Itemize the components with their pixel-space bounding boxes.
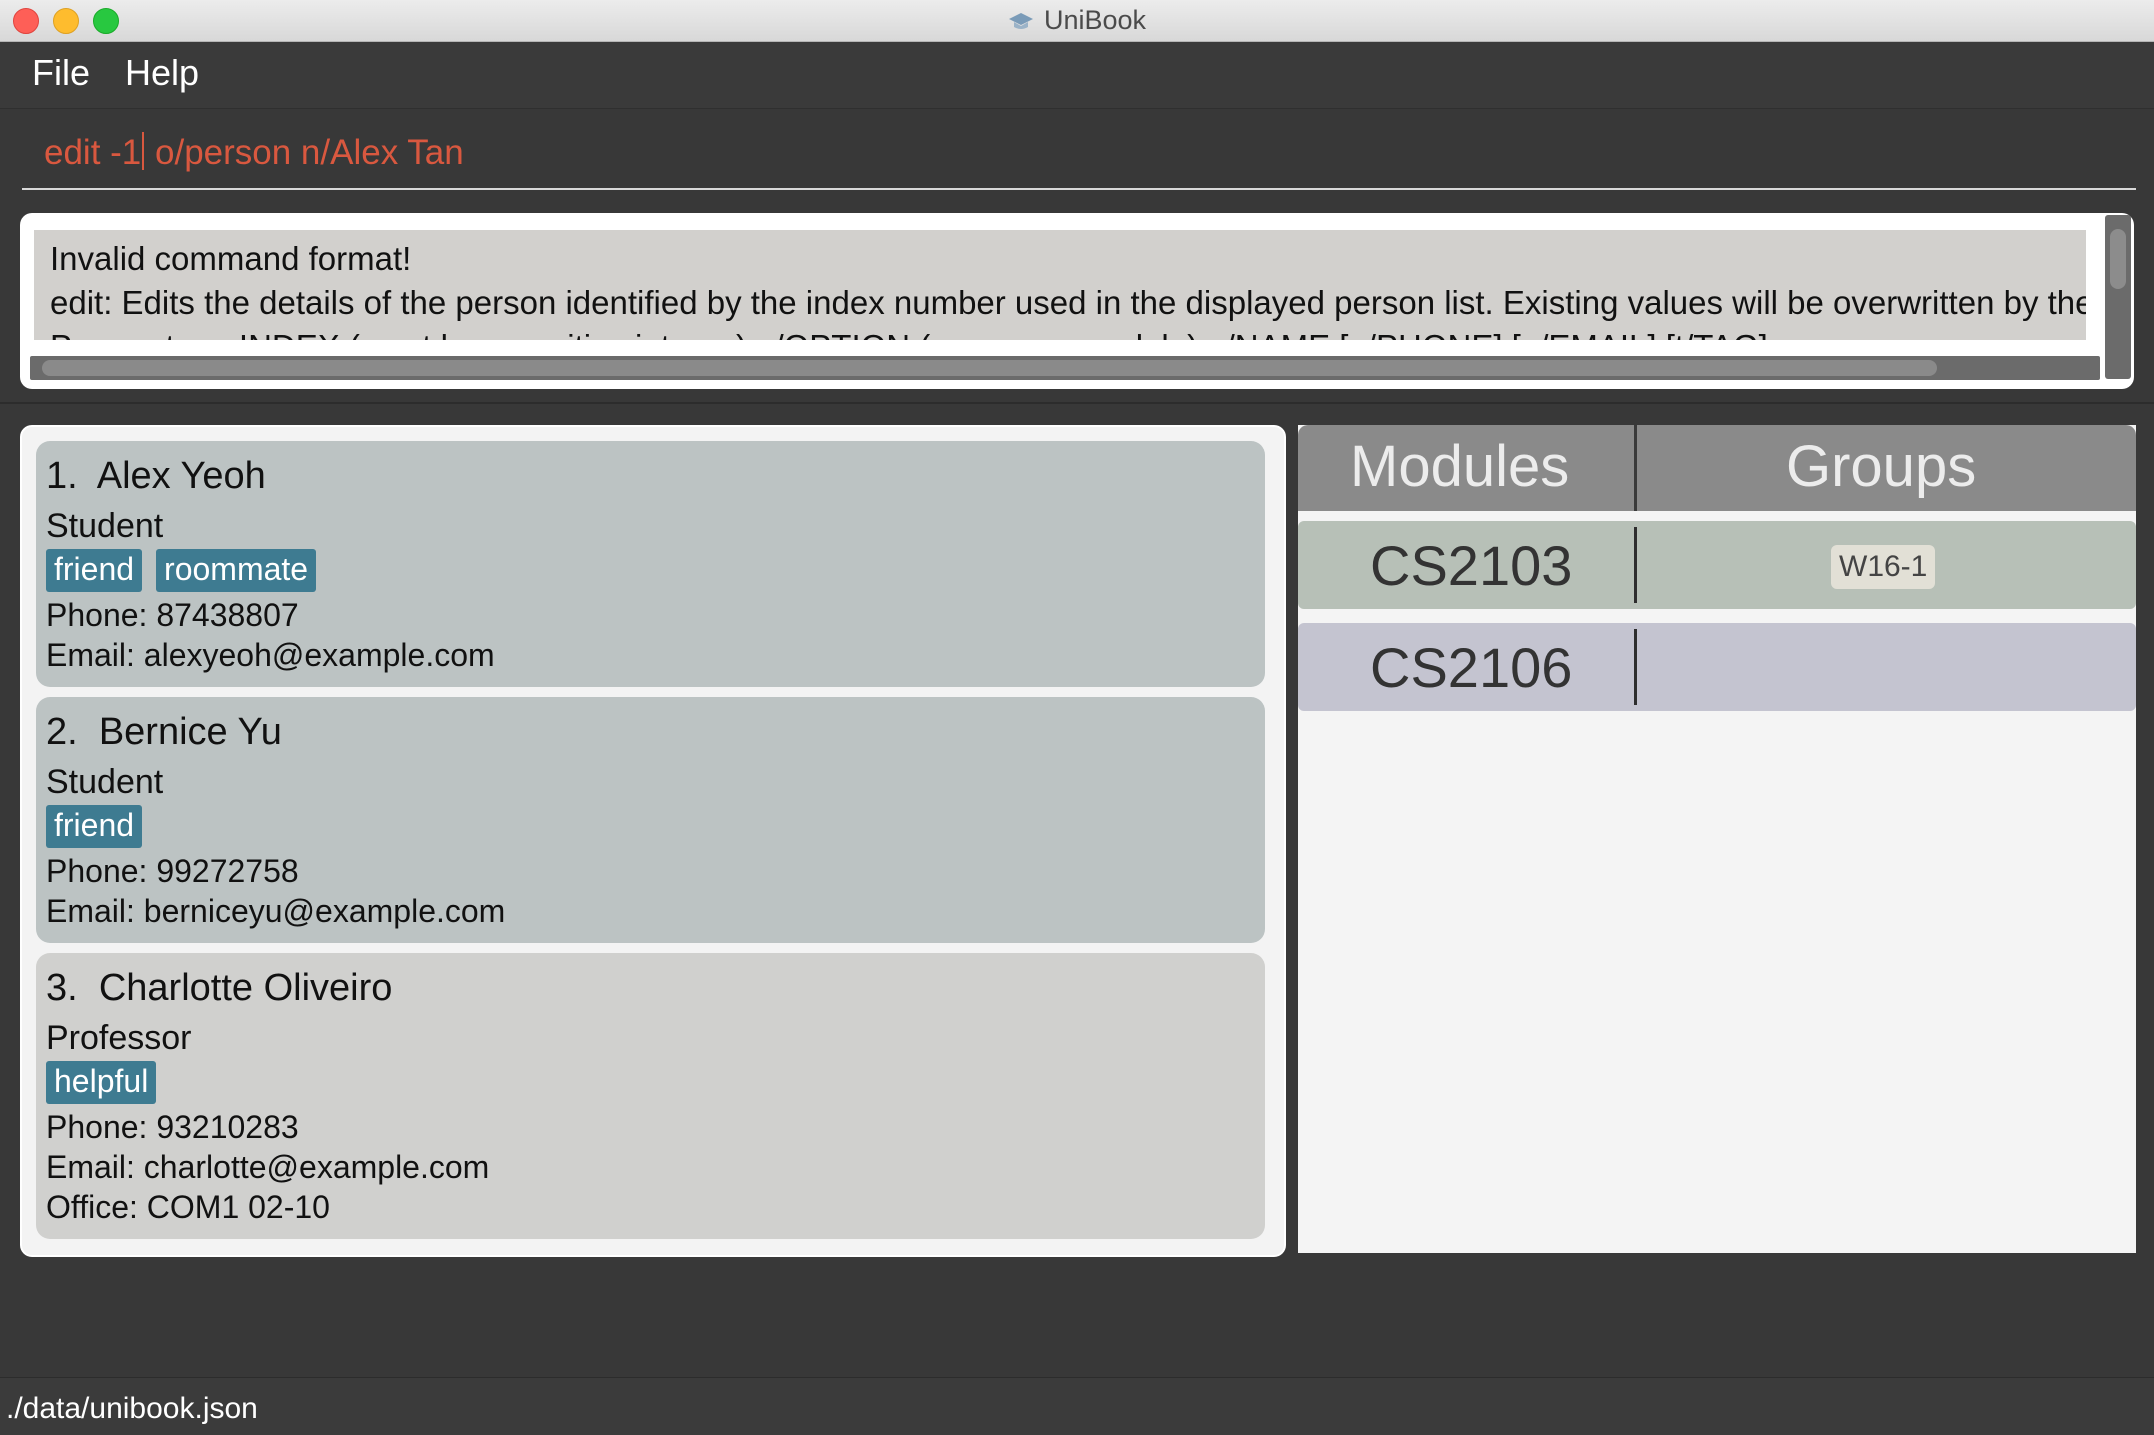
- tag-badge: friend: [46, 805, 143, 848]
- person-card[interactable]: 3. Charlotte Oliveiro Professor helpful …: [36, 953, 1265, 1239]
- modules-column-header: Modules: [1350, 434, 1570, 499]
- person-email: Email: berniceyu@example.com: [46, 893, 506, 929]
- person-name: 3. Charlotte Oliveiro: [46, 967, 392, 1010]
- vertical-scroll-thumb[interactable]: [2110, 229, 2126, 289]
- result-line: edit: Edits the details of the person id…: [50, 284, 2086, 321]
- tag-badge: friend: [46, 549, 143, 592]
- menu-help[interactable]: Help: [125, 52, 199, 94]
- command-text-after-caret: o/person n/Alex Tan: [145, 133, 464, 172]
- data-file-path: ./data/unibook.json: [6, 1392, 258, 1425]
- module-row[interactable]: CS2103 W16-1: [1298, 521, 2136, 609]
- result-display: Invalid command format! edit: Edits the …: [20, 213, 2134, 389]
- person-tags: helpful: [46, 1061, 157, 1104]
- person-name-text: Bernice Yu: [98, 711, 282, 753]
- text-caret: [142, 132, 145, 170]
- module-list[interactable]: Modules Groups CS2103 W16-1 CS2106: [1298, 425, 2136, 1253]
- result-line: Parameters: INDEX (must be a positive in…: [50, 328, 1795, 340]
- title-bar: UniBook: [0, 0, 2154, 42]
- person-office: Office: COM1 02-10: [46, 1189, 330, 1225]
- person-phone: Phone: 93210283: [46, 1109, 299, 1145]
- horizontal-scroll-thumb[interactable]: [42, 360, 1937, 376]
- module-code: CS2103: [1370, 534, 1573, 597]
- module-row[interactable]: CS2106: [1298, 623, 2136, 711]
- tag-badge: helpful: [46, 1061, 157, 1104]
- window-title: UniBook: [1043, 5, 1147, 35]
- menu-file[interactable]: File: [32, 52, 90, 94]
- person-card[interactable]: 2. Bernice Yu Student friend Phone: 9927…: [36, 697, 1265, 943]
- column-divider: [1634, 425, 1637, 511]
- person-index: 2.: [46, 711, 78, 753]
- person-tags: friend: [46, 805, 143, 848]
- person-role: Professor: [46, 1019, 192, 1057]
- graduation-cap-icon: [1008, 12, 1033, 29]
- horizontal-scrollbar[interactable]: [30, 356, 2100, 380]
- person-card[interactable]: 1. Alex Yeoh Student friend roommate Pho…: [36, 441, 1265, 687]
- person-phone: Phone: 87438807: [46, 597, 299, 633]
- group-badge[interactable]: W16-1: [1831, 545, 1936, 589]
- person-name: 2. Bernice Yu: [46, 711, 282, 754]
- module-code: CS2106: [1370, 636, 1573, 699]
- result-text-area[interactable]: Invalid command format! edit: Edits the …: [34, 230, 2086, 340]
- person-email: Email: alexyeoh@example.com: [46, 637, 495, 673]
- section-divider: [0, 402, 2154, 404]
- person-list[interactable]: 1. Alex Yeoh Student friend roommate Pho…: [20, 425, 1286, 1257]
- person-name: 1. Alex Yeoh: [46, 455, 266, 498]
- command-text-before-caret: edit -1: [44, 133, 142, 172]
- column-divider: [1634, 629, 1637, 705]
- person-role: Student: [46, 507, 164, 545]
- tag-badge: roommate: [156, 549, 317, 592]
- result-line: Invalid command format!: [50, 240, 412, 277]
- person-phone: Phone: 99272758: [46, 853, 299, 889]
- person-email: Email: charlotte@example.com: [46, 1149, 490, 1185]
- person-role: Student: [46, 763, 164, 801]
- status-bar: ./data/unibook.json: [0, 1377, 2154, 1435]
- person-name-text: Alex Yeoh: [96, 455, 266, 497]
- vertical-scrollbar[interactable]: [2105, 215, 2131, 379]
- groups-column-header: Groups: [1786, 434, 1977, 499]
- command-input[interactable]: edit -1 o/person n/Alex Tan: [22, 118, 2136, 190]
- person-name-text: Charlotte Oliveiro: [98, 967, 393, 1009]
- module-table-header: Modules Groups: [1298, 425, 2136, 511]
- person-index: 3.: [46, 967, 78, 1009]
- menu-bar: File Help: [0, 42, 2154, 109]
- person-index: 1.: [46, 455, 78, 497]
- command-text[interactable]: edit -1 o/person n/Alex Tan: [44, 132, 464, 173]
- column-divider: [1634, 527, 1637, 603]
- person-tags: friend roommate: [46, 549, 317, 592]
